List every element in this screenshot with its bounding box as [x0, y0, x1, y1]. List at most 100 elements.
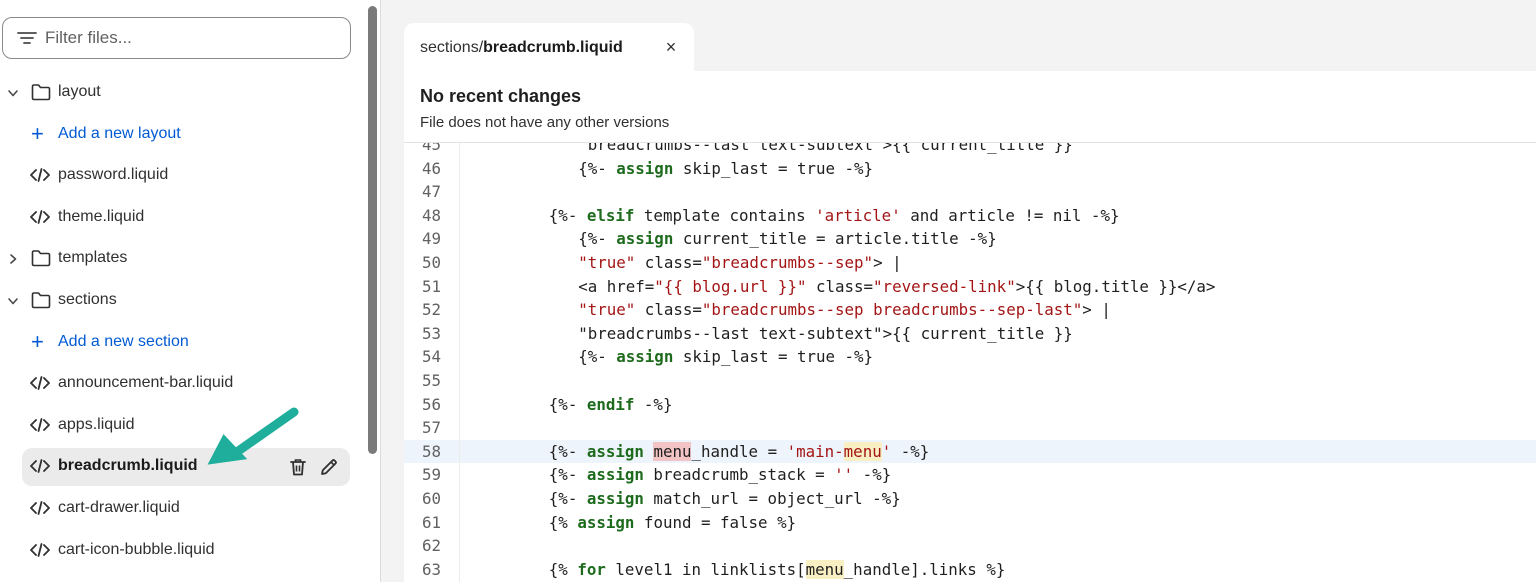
- code-line[interactable]: 58 {%- assign menu_handle = 'main-menu' -…: [404, 439, 1536, 464]
- code-line[interactable]: 56 {%- endif -%}: [404, 393, 1536, 417]
- add-link-label: Add a new section: [58, 332, 189, 350]
- code-line[interactable]: 53 "breadcrumbs--last text-subtext">{{ c…: [404, 322, 1536, 346]
- close-tab-icon[interactable]: ×: [661, 37, 681, 57]
- tab-breadcrumb-liquid[interactable]: sections/breadcrumb.liquid: [404, 23, 694, 72]
- code-text: {%- assign skip_last = true -%}: [559, 347, 874, 367]
- code-line[interactable]: 62: [404, 534, 1536, 558]
- code-line[interactable]: 46 {%- assign skip_last = true -%}: [404, 157, 1536, 181]
- code-text: {%- assign current_title = article.title…: [559, 229, 997, 249]
- version-notice-title: No recent changes: [420, 86, 582, 106]
- file-item-announcement-bar-liquid[interactable]: announcement-bar.liquid: [0, 365, 360, 403]
- line-number: 46: [421, 158, 441, 178]
- sidebar-scrollbar-thumb[interactable]: [368, 6, 377, 454]
- add-a-new-layout-link[interactable]: + Add a new layout: [0, 116, 360, 154]
- line-number: 63: [421, 559, 441, 579]
- file-item-theme-liquid[interactable]: theme.liquid: [0, 199, 360, 237]
- code-line[interactable]: 63 {% for level1 in linklists[menu_handle…: [404, 558, 1536, 582]
- code-file-icon: [30, 542, 50, 558]
- code-line[interactable]: 51 <a href="{{ blog.url }}" class="rever…: [404, 275, 1536, 299]
- line-number: 51: [421, 276, 441, 296]
- line-number: 54: [421, 347, 441, 367]
- line-number: 56: [421, 394, 441, 414]
- chevron-down-icon[interactable]: [6, 86, 20, 100]
- folder-sections[interactable]: sections: [0, 282, 360, 320]
- file-label: apps.liquid: [58, 415, 135, 433]
- code-line[interactable]: 52 "true" class="breadcrumbs--sep breadc…: [404, 298, 1536, 322]
- line-number: 62: [421, 536, 441, 556]
- code-file-icon: [30, 458, 50, 474]
- code-file-icon: [30, 375, 50, 391]
- code-text: "breadcrumbs--last text-subtext">{{ curr…: [578, 323, 1073, 343]
- code-editor[interactable]: 45 "breadcrumbs--last text-subtext">{{ c…: [404, 143, 1536, 582]
- code-line[interactable]: 59 {%- assign breadcrumb_stack = '' -%}: [404, 463, 1536, 487]
- code-text: "breadcrumbs--last text-subtext">{{ curr…: [578, 143, 1073, 154]
- folder-label: layout: [58, 83, 101, 100]
- code-text: {%- assign breadcrumb_stack = '' -%}: [548, 465, 892, 485]
- code-file-icon: [30, 209, 50, 225]
- filter-icon: [17, 32, 37, 44]
- code-text: "true" class="breadcrumbs--sep breadcrum…: [578, 300, 1121, 320]
- gutter-divider: [459, 143, 460, 582]
- code-text: <a href="{{ blog.url }}" class="reversed…: [559, 276, 1216, 296]
- code-line[interactable]: 60 {%- assign match_url = object_url -%}: [404, 487, 1536, 511]
- add-a-new-section-link[interactable]: + Add a new section: [0, 324, 360, 362]
- code-text: {%- assign menu_handle = 'main-menu' -%}: [548, 441, 930, 461]
- folder-layout[interactable]: layout: [0, 74, 360, 112]
- file-label: cart-icon-bubble.liquid: [58, 540, 215, 558]
- chevron-right-icon[interactable]: [6, 252, 20, 266]
- annotation-arrow: [207, 407, 299, 465]
- code-line[interactable]: 47: [404, 180, 1536, 204]
- add-link-label: Add a new layout: [58, 124, 181, 142]
- line-number: 58: [421, 441, 441, 461]
- file-label: announcement-bar.liquid: [58, 374, 234, 392]
- file-item-password-liquid[interactable]: password.liquid: [0, 157, 360, 195]
- line-number: 50: [421, 253, 441, 272]
- plus-icon: +: [31, 120, 44, 146]
- code-line[interactable]: 55: [404, 369, 1536, 393]
- filter-files-box[interactable]: [2, 17, 351, 59]
- file-label: password.liquid: [58, 166, 169, 184]
- line-number: 55: [421, 371, 441, 390]
- folder-label: sections: [58, 291, 117, 308]
- code-file-icon: [30, 417, 50, 433]
- folder-icon: [31, 249, 51, 267]
- line-number: 52: [421, 300, 441, 320]
- line-number: 48: [421, 205, 441, 225]
- plus-icon: +: [31, 328, 44, 354]
- code-line[interactable]: 54 {%- assign skip_last = true -%}: [404, 345, 1536, 369]
- code-file-icon: [30, 167, 50, 183]
- line-number: 61: [421, 512, 441, 532]
- line-number: 60: [421, 489, 441, 508]
- code-file-icon: [30, 500, 50, 516]
- code-line[interactable]: 45 "breadcrumbs--last text-subtext">{{ c…: [404, 143, 1536, 157]
- folder-label: templates: [58, 249, 128, 267]
- file-item-cart-icon-bubble-liquid[interactable]: cart-icon-bubble.liquid: [0, 532, 360, 570]
- code-line[interactable]: 50 "true" class="breadcrumbs--sep"> |: [404, 251, 1536, 275]
- code-line[interactable]: 49 {%- assign current_title = article.ti…: [404, 227, 1536, 251]
- code-line[interactable]: 61 {% assign found = false %}: [404, 511, 1536, 535]
- code-line[interactable]: 48 {%- elsif template contains 'article' …: [404, 204, 1536, 228]
- file-item-apps-liquid[interactable]: apps.liquid: [0, 407, 360, 445]
- code-text: {%- elsif template contains 'article' an…: [548, 205, 1120, 225]
- tab-path-prefix: sections/: [420, 38, 484, 56]
- filter-files-input[interactable]: [45, 28, 325, 48]
- file-label: breadcrumb.liquid: [58, 457, 198, 475]
- chevron-down-icon[interactable]: [6, 294, 20, 308]
- code-text: {% assign found = false %}: [548, 512, 797, 532]
- line-number: 49: [421, 229, 441, 249]
- folder-icon: [31, 83, 51, 101]
- file-sidebar: layout + Add a new layout password.liquid th…: [0, 0, 366, 582]
- folder-templates[interactable]: templates: [0, 240, 360, 278]
- code-text: {%- endif -%}: [548, 394, 673, 414]
- rename-file-icon[interactable]: [319, 457, 339, 477]
- line-number: 45: [421, 143, 441, 154]
- code-text: "true" class="breadcrumbs--sep"> |: [578, 253, 912, 272]
- line-number: 53: [421, 323, 441, 343]
- folder-icon: [31, 291, 51, 309]
- code-line[interactable]: 57: [404, 416, 1536, 440]
- file-item-cart-drawer-liquid[interactable]: cart-drawer.liquid: [0, 490, 360, 528]
- version-notice-subtitle: File does not have any other versions: [420, 114, 670, 131]
- code-text: {%- assign skip_last = true -%}: [559, 158, 874, 178]
- code-text: {%- assign match_url = object_url -%}: [548, 489, 901, 508]
- tab-file-name: breadcrumb.liquid: [483, 38, 623, 56]
